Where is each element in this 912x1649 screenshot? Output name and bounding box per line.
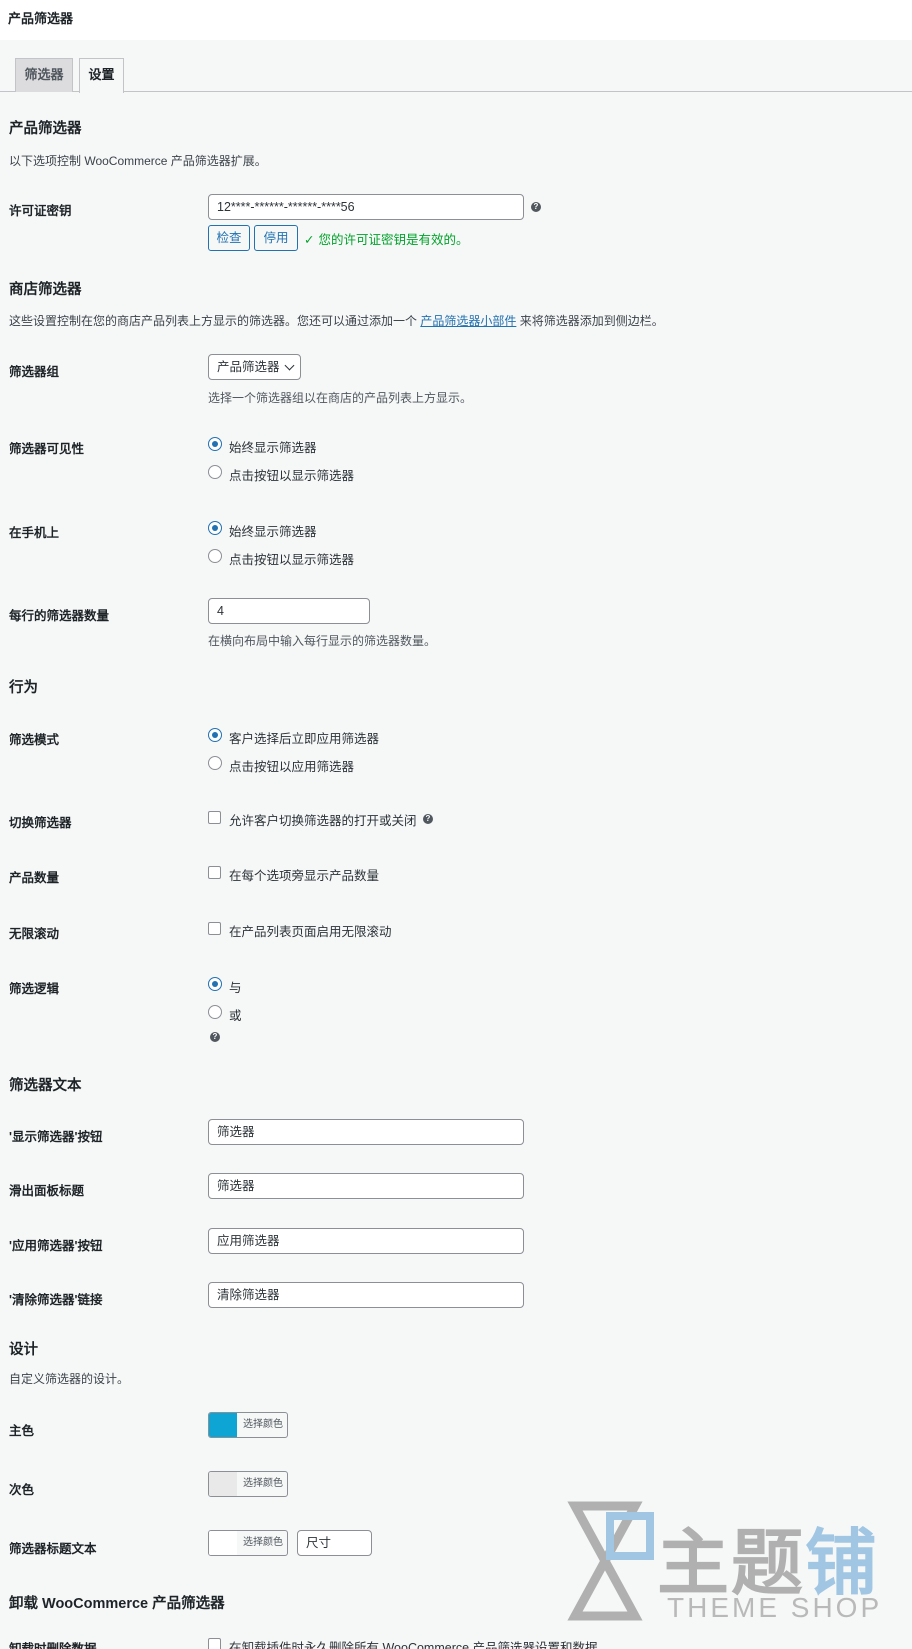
logic-option-and: 与 (229, 981, 242, 995)
tab-settings[interactable]: 设置 (79, 58, 124, 93)
section-heading-behavior: 行为 (9, 680, 38, 696)
section-desc-product-filter: 以下选项控制 WooCommerce 产品筛选器扩展。 (9, 154, 267, 168)
help-icon[interactable]: ? (531, 202, 541, 212)
delete-data-checkbox[interactable] (208, 1638, 221, 1649)
top-bar: 产品筛选器 (0, 0, 912, 40)
title-text-color-button[interactable]: 选择颜色 (208, 1530, 288, 1556)
mobile-radio-button[interactable] (208, 549, 222, 563)
visibility-label: 筛选器可见性 (9, 442, 85, 456)
per-row-hint: 在横向布局中输入每行显示的筛选器数量。 (208, 634, 437, 648)
license-input[interactable]: 12****-******-******-****56 (208, 194, 524, 220)
title-text-color-label: 筛选器标题文本 (9, 1542, 97, 1556)
apply-button-input[interactable]: 应用筛选器 (208, 1228, 524, 1254)
per-row-label: 每行的筛选器数量 (9, 609, 110, 623)
visibility-option-always: 始终显示筛选器 (229, 441, 317, 455)
mobile-radio-always[interactable] (208, 521, 222, 535)
infinite-label: 无限滚动 (9, 927, 60, 941)
section-desc-design: 自定义筛选器的设计。 (9, 1372, 130, 1386)
watermark-text-en: THEME SHOP (667, 1592, 883, 1623)
filter-group-label: 筛选器组 (9, 365, 60, 379)
visibility-option-button: 点击按钮以显示筛选器 (229, 469, 355, 483)
per-row-input[interactable]: 4 (208, 598, 370, 624)
help-icon[interactable]: ? (423, 814, 433, 824)
clear-link-label: '清除筛选器'链接 (9, 1293, 103, 1307)
infinite-checkbox[interactable] (208, 922, 221, 935)
delete-data-option: 在卸载插件时永久删除所有 WooCommerce 产品筛选器设置和数据 (229, 1641, 598, 1649)
secondary-color-button[interactable]: 选择颜色 (208, 1471, 288, 1497)
filter-mode-option-instant: 客户选择后立即应用筛选器 (229, 732, 380, 746)
visibility-radio-always[interactable] (208, 437, 222, 451)
tab-filters[interactable]: 筛选器 (15, 58, 73, 92)
mobile-label: 在手机上 (9, 526, 60, 540)
slide-title-label: 滑出面板标题 (9, 1184, 85, 1198)
mobile-option-button: 点击按钮以显示筛选器 (229, 553, 355, 567)
filter-mode-radio-button[interactable] (208, 756, 222, 770)
title-text-size-input[interactable]: 尺寸 (297, 1530, 372, 1556)
section-heading-design: 设计 (9, 1342, 38, 1358)
primary-color-button[interactable]: 选择颜色 (208, 1412, 288, 1438)
logic-radio-and[interactable] (208, 977, 222, 991)
primary-color-label: 主色 (9, 1424, 35, 1438)
filter-mode-radio-instant[interactable] (208, 728, 222, 742)
color-swatch (209, 1413, 237, 1437)
section-heading-filter-text: 筛选器文本 (9, 1078, 82, 1094)
filter-group-hint: 选择一个筛选器组以在商店的产品列表上方显示。 (208, 391, 473, 405)
toggle-option: 允许客户切换筛选器的打开或关闭 (229, 814, 417, 828)
section-heading-uninstall: 卸载 WooCommerce 产品筛选器 (9, 1596, 225, 1612)
show-button-label: '显示筛选器'按钮 (9, 1130, 103, 1144)
toggle-checkbox[interactable] (208, 811, 221, 824)
logic-radio-or[interactable] (208, 1005, 222, 1019)
infinite-option: 在产品列表页面启用无限滚动 (229, 925, 392, 939)
license-valid-message: ✓ 您的许可证密钥是有效的。 (304, 233, 469, 247)
page-title: 产品筛选器 (8, 11, 74, 26)
filter-mode-label: 筛选模式 (9, 733, 60, 747)
watermark-logo: 主题铺 THEME SHOP (555, 1496, 895, 1626)
clear-link-input[interactable]: 清除筛选器 (208, 1282, 524, 1308)
section-heading-shop-filter: 商店筛选器 (9, 282, 82, 298)
visibility-radio-button[interactable] (208, 465, 222, 479)
logic-option-or: 或 (229, 1009, 242, 1023)
section-heading-product-filter: 产品筛选器 (9, 121, 82, 137)
show-button-input[interactable]: 筛选器 (208, 1119, 524, 1145)
mobile-option-always: 始终显示筛选器 (229, 525, 317, 539)
count-label: 产品数量 (9, 871, 60, 885)
slide-title-input[interactable]: 筛选器 (208, 1173, 524, 1199)
filter-widget-link[interactable]: 产品筛选器小部件 (420, 314, 516, 328)
section-desc-shop-filter: 这些设置控制在您的商店产品列表上方显示的筛选器。您还可以通过添加一个 产品筛选器… (9, 314, 664, 328)
color-swatch (209, 1472, 237, 1496)
watermark-emblem-icon (567, 1501, 654, 1621)
license-label: 许可证密钥 (9, 204, 72, 218)
filter-mode-option-button: 点击按钮以应用筛选器 (229, 760, 355, 774)
chevron-down-icon (284, 360, 295, 371)
secondary-color-label: 次色 (9, 1483, 35, 1497)
color-swatch (209, 1531, 237, 1555)
count-option: 在每个选项旁显示产品数量 (229, 869, 380, 883)
checkmark-icon: ✓ (304, 233, 315, 247)
filter-group-select[interactable]: 产品筛选器 (208, 354, 301, 380)
delete-data-label: 卸载时删除数据 (9, 1642, 97, 1649)
toggle-label: 切换筛选器 (9, 816, 72, 830)
apply-button-label: '应用筛选器'按钮 (9, 1239, 103, 1253)
count-checkbox[interactable] (208, 866, 221, 879)
check-button[interactable]: 检查 (208, 225, 250, 251)
help-icon[interactable]: ? (210, 1032, 220, 1042)
deactivate-button[interactable]: 停用 (254, 225, 298, 251)
logic-label: 筛选逻辑 (9, 982, 60, 996)
tab-bar: 筛选器 设置 (0, 58, 912, 93)
